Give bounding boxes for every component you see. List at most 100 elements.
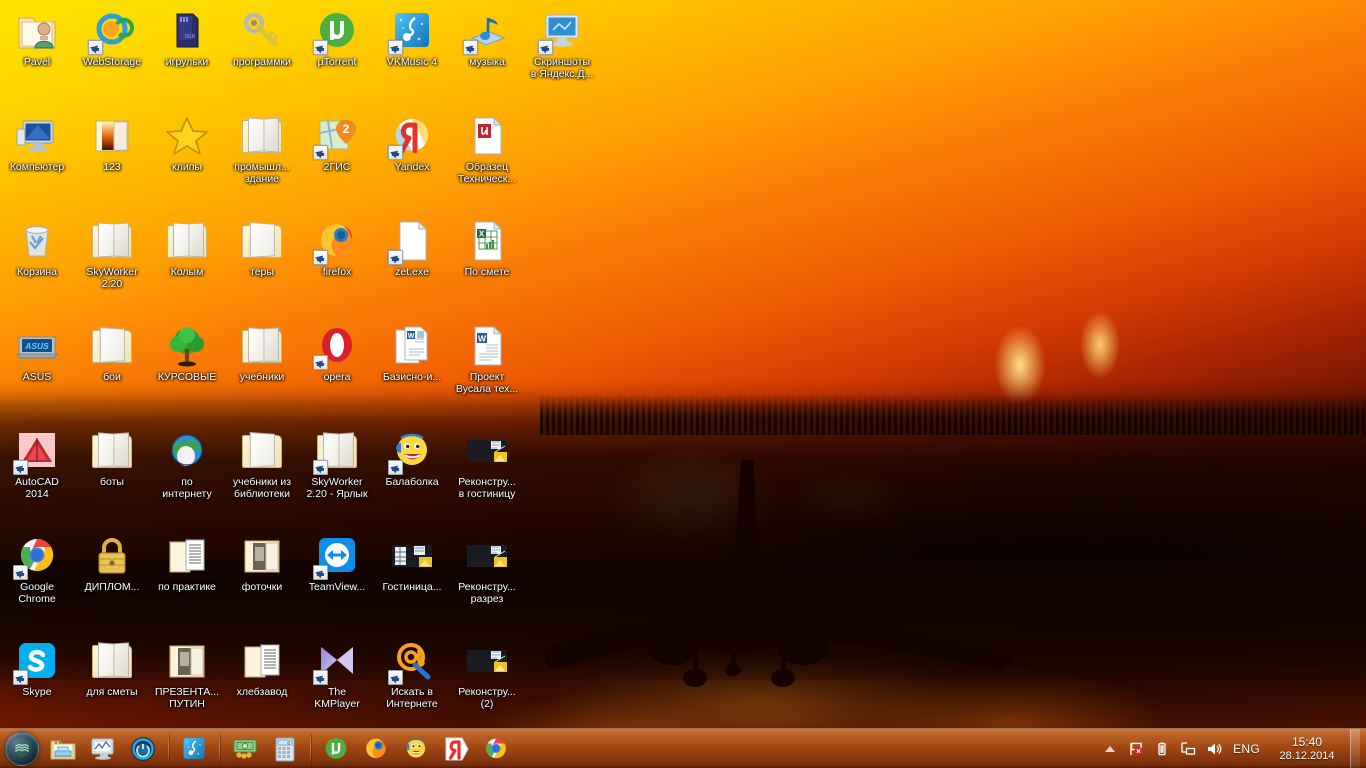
taskbar-button-monitor[interactable] xyxy=(84,731,122,767)
desktop-icon-label: музыка xyxy=(469,56,505,68)
desktop-icon[interactable]: Колым xyxy=(150,218,224,279)
desktop-icon[interactable]: Реконстру... в гостиницу xyxy=(450,428,524,500)
desktop-icon[interactable]: TeamView... xyxy=(300,533,374,594)
desktop-icon[interactable]: Реконстру... разрез xyxy=(450,533,524,605)
taskbar-separator xyxy=(310,733,311,764)
desktop-icon[interactable]: X По смете xyxy=(450,218,524,279)
desktop-icon[interactable]: Корзина xyxy=(0,218,74,279)
desktop-icon-label: боты xyxy=(100,476,124,488)
show-desktop-button[interactable] xyxy=(1350,728,1360,768)
desktop-icon[interactable]: теры xyxy=(225,218,299,279)
blank-document-icon xyxy=(388,218,435,265)
desktop-icon-label: учебники из библиотеки xyxy=(232,476,292,500)
shortcut-arrow-icon xyxy=(388,460,403,475)
desktop-icon[interactable]: Образец Техническ... xyxy=(450,113,524,185)
desktop-icon[interactable]: учебники xyxy=(225,323,299,384)
shortcut-arrow-icon xyxy=(388,670,403,685)
taskbar-button-antivirus[interactable] xyxy=(124,731,162,767)
desktop-icon[interactable]: AutoCAD 2014 xyxy=(0,428,74,500)
desktop-icon[interactable]: WebStorage xyxy=(75,8,149,69)
speaker-icon[interactable] xyxy=(1203,736,1225,762)
desktop-icon[interactable]: учебники из библиотеки xyxy=(225,428,299,500)
desktop-icon-label: Балаболка xyxy=(385,476,439,488)
desktop-icon-label: Компьютер xyxy=(9,161,65,173)
desktop-icon[interactable]: фоточки xyxy=(225,533,299,594)
chevron-up-icon[interactable] xyxy=(1099,736,1121,762)
taskbar-button-chrome[interactable] xyxy=(477,731,515,767)
desktop-icon-label: программки xyxy=(233,56,291,68)
desktop-icon[interactable]: Компьютер xyxy=(0,113,74,174)
skype-icon xyxy=(13,638,60,685)
desktop-icon[interactable]: хлебзавод xyxy=(225,638,299,699)
desktop-icon[interactable]: Гостиница... xyxy=(375,533,449,594)
screenshot-monitor-icon xyxy=(538,8,585,55)
desktop-icon[interactable]: SkyWorker 2.20 xyxy=(75,218,149,290)
taskbar-button-vkmusic[interactable] xyxy=(175,731,213,767)
desktop-icon[interactable]: ПРЕЗЕНТА... ПУТИН xyxy=(150,638,224,710)
desktop-icon[interactable]: Pavel xyxy=(0,8,74,69)
folder-photo-icon xyxy=(239,533,285,579)
desktop-icon[interactable]: Google Chrome xyxy=(0,533,74,605)
chrome-icon xyxy=(482,735,510,763)
desktop-icon[interactable]: Искать в Интернете xyxy=(375,638,449,710)
desktop-icon[interactable]: бои xyxy=(75,323,149,384)
taskbar-button-utorrent[interactable] xyxy=(317,731,355,767)
desktop-icon[interactable]: музыка xyxy=(450,8,524,69)
desktop-icon-label: Образец Техническ... xyxy=(457,161,517,185)
folder-icon xyxy=(89,638,135,684)
desktop-icon[interactable]: firefox xyxy=(300,218,374,279)
desktop-icon[interactable]: КУРСОВЫЕ xyxy=(150,323,224,384)
desktop-icon[interactable]: ASUS ASUS xyxy=(0,323,74,384)
desktop-icon[interactable]: клипы xyxy=(150,113,224,174)
taskbar-button-yandex[interactable] xyxy=(437,731,475,767)
desktop-icon-label: Yandex xyxy=(394,161,430,173)
desktop-icon[interactable]: W Базисно-и... xyxy=(375,323,449,384)
language-indicator[interactable]: ENG xyxy=(1233,742,1260,756)
desktop-icon-label: TeamView... xyxy=(308,581,366,593)
taskbar[interactable]: 0 ENG 15:40 28.12.2014 xyxy=(0,728,1366,768)
taskbar-button-money[interactable] xyxy=(226,731,264,767)
desktop-icon[interactable]: по интернету xyxy=(150,428,224,500)
recycle-bin-icon xyxy=(14,218,60,264)
desktop-icon[interactable]: Реконстру... (2) xyxy=(450,638,524,710)
desktop-icon[interactable]: W Проект Вусала тех... xyxy=(450,323,524,395)
taskbar-button-explorer[interactable] xyxy=(44,731,82,767)
desktop-icon[interactable]: Skype xyxy=(0,638,74,699)
desktop-icon[interactable]: Yandex xyxy=(375,113,449,174)
taskbar-button-calculator[interactable]: 0 xyxy=(266,731,304,767)
taskbar-button-balabolka[interactable] xyxy=(397,731,435,767)
battery-icon[interactable] xyxy=(1151,736,1173,762)
start-button[interactable] xyxy=(1,730,43,768)
desktop-icon[interactable]: Скриншоты в Яндекс.Д... xyxy=(525,8,599,80)
desktop-icon-label: SkyWorker 2.20 - Ярлык xyxy=(306,476,368,500)
desktop-icon[interactable]: для сметы xyxy=(75,638,149,699)
taskbar-button-firefox[interactable] xyxy=(357,731,395,767)
desktop-icon[interactable]: µTorrent xyxy=(300,8,374,69)
desktop-icon[interactable]: 8GB игрульки xyxy=(150,8,224,69)
desktop-icon-label: Базисно-и... xyxy=(382,371,442,383)
desktop-icon[interactable]: по практике xyxy=(150,533,224,594)
desktop-icon[interactable]: VKMusic 4 xyxy=(375,8,449,69)
desktop-icon[interactable]: The KMPlayer xyxy=(300,638,374,710)
network-icon[interactable] xyxy=(1177,736,1199,762)
desktop-icon[interactable]: zet.exe xyxy=(375,218,449,279)
word-document-icon: W xyxy=(464,323,510,369)
desktop-icon[interactable]: программки xyxy=(225,8,299,69)
desktop-icon[interactable]: 2 2ГИС xyxy=(300,113,374,174)
autocad-icon xyxy=(13,428,60,475)
desktop-icon-label: Реконстру... разрез xyxy=(458,581,516,605)
desktop-icon-label: AutoCAD 2014 xyxy=(15,476,59,500)
desktop-icon[interactable]: 123 xyxy=(75,113,149,174)
desktop-icon[interactable]: Балаболка xyxy=(375,428,449,489)
shortcut-arrow-icon xyxy=(13,670,28,685)
desktop-icon[interactable]: SkyWorker 2.20 - Ярлык xyxy=(300,428,374,500)
desktop-icon[interactable]: ДИПЛОМ... xyxy=(75,533,149,594)
desktop-icon-label: ПРЕЗЕНТА... ПУТИН xyxy=(154,686,220,710)
sd-card-icon: 8GB xyxy=(164,8,210,54)
clock[interactable]: 15:40 28.12.2014 xyxy=(1268,735,1346,763)
flag-alert-icon[interactable] xyxy=(1125,736,1147,762)
desktop-icon[interactable]: промышл... здание xyxy=(225,113,299,185)
desktop-icon[interactable]: боты xyxy=(75,428,149,489)
desktop-icon[interactable]: opera xyxy=(300,323,374,384)
desktop-icon-label: The KMPlayer xyxy=(314,686,360,710)
